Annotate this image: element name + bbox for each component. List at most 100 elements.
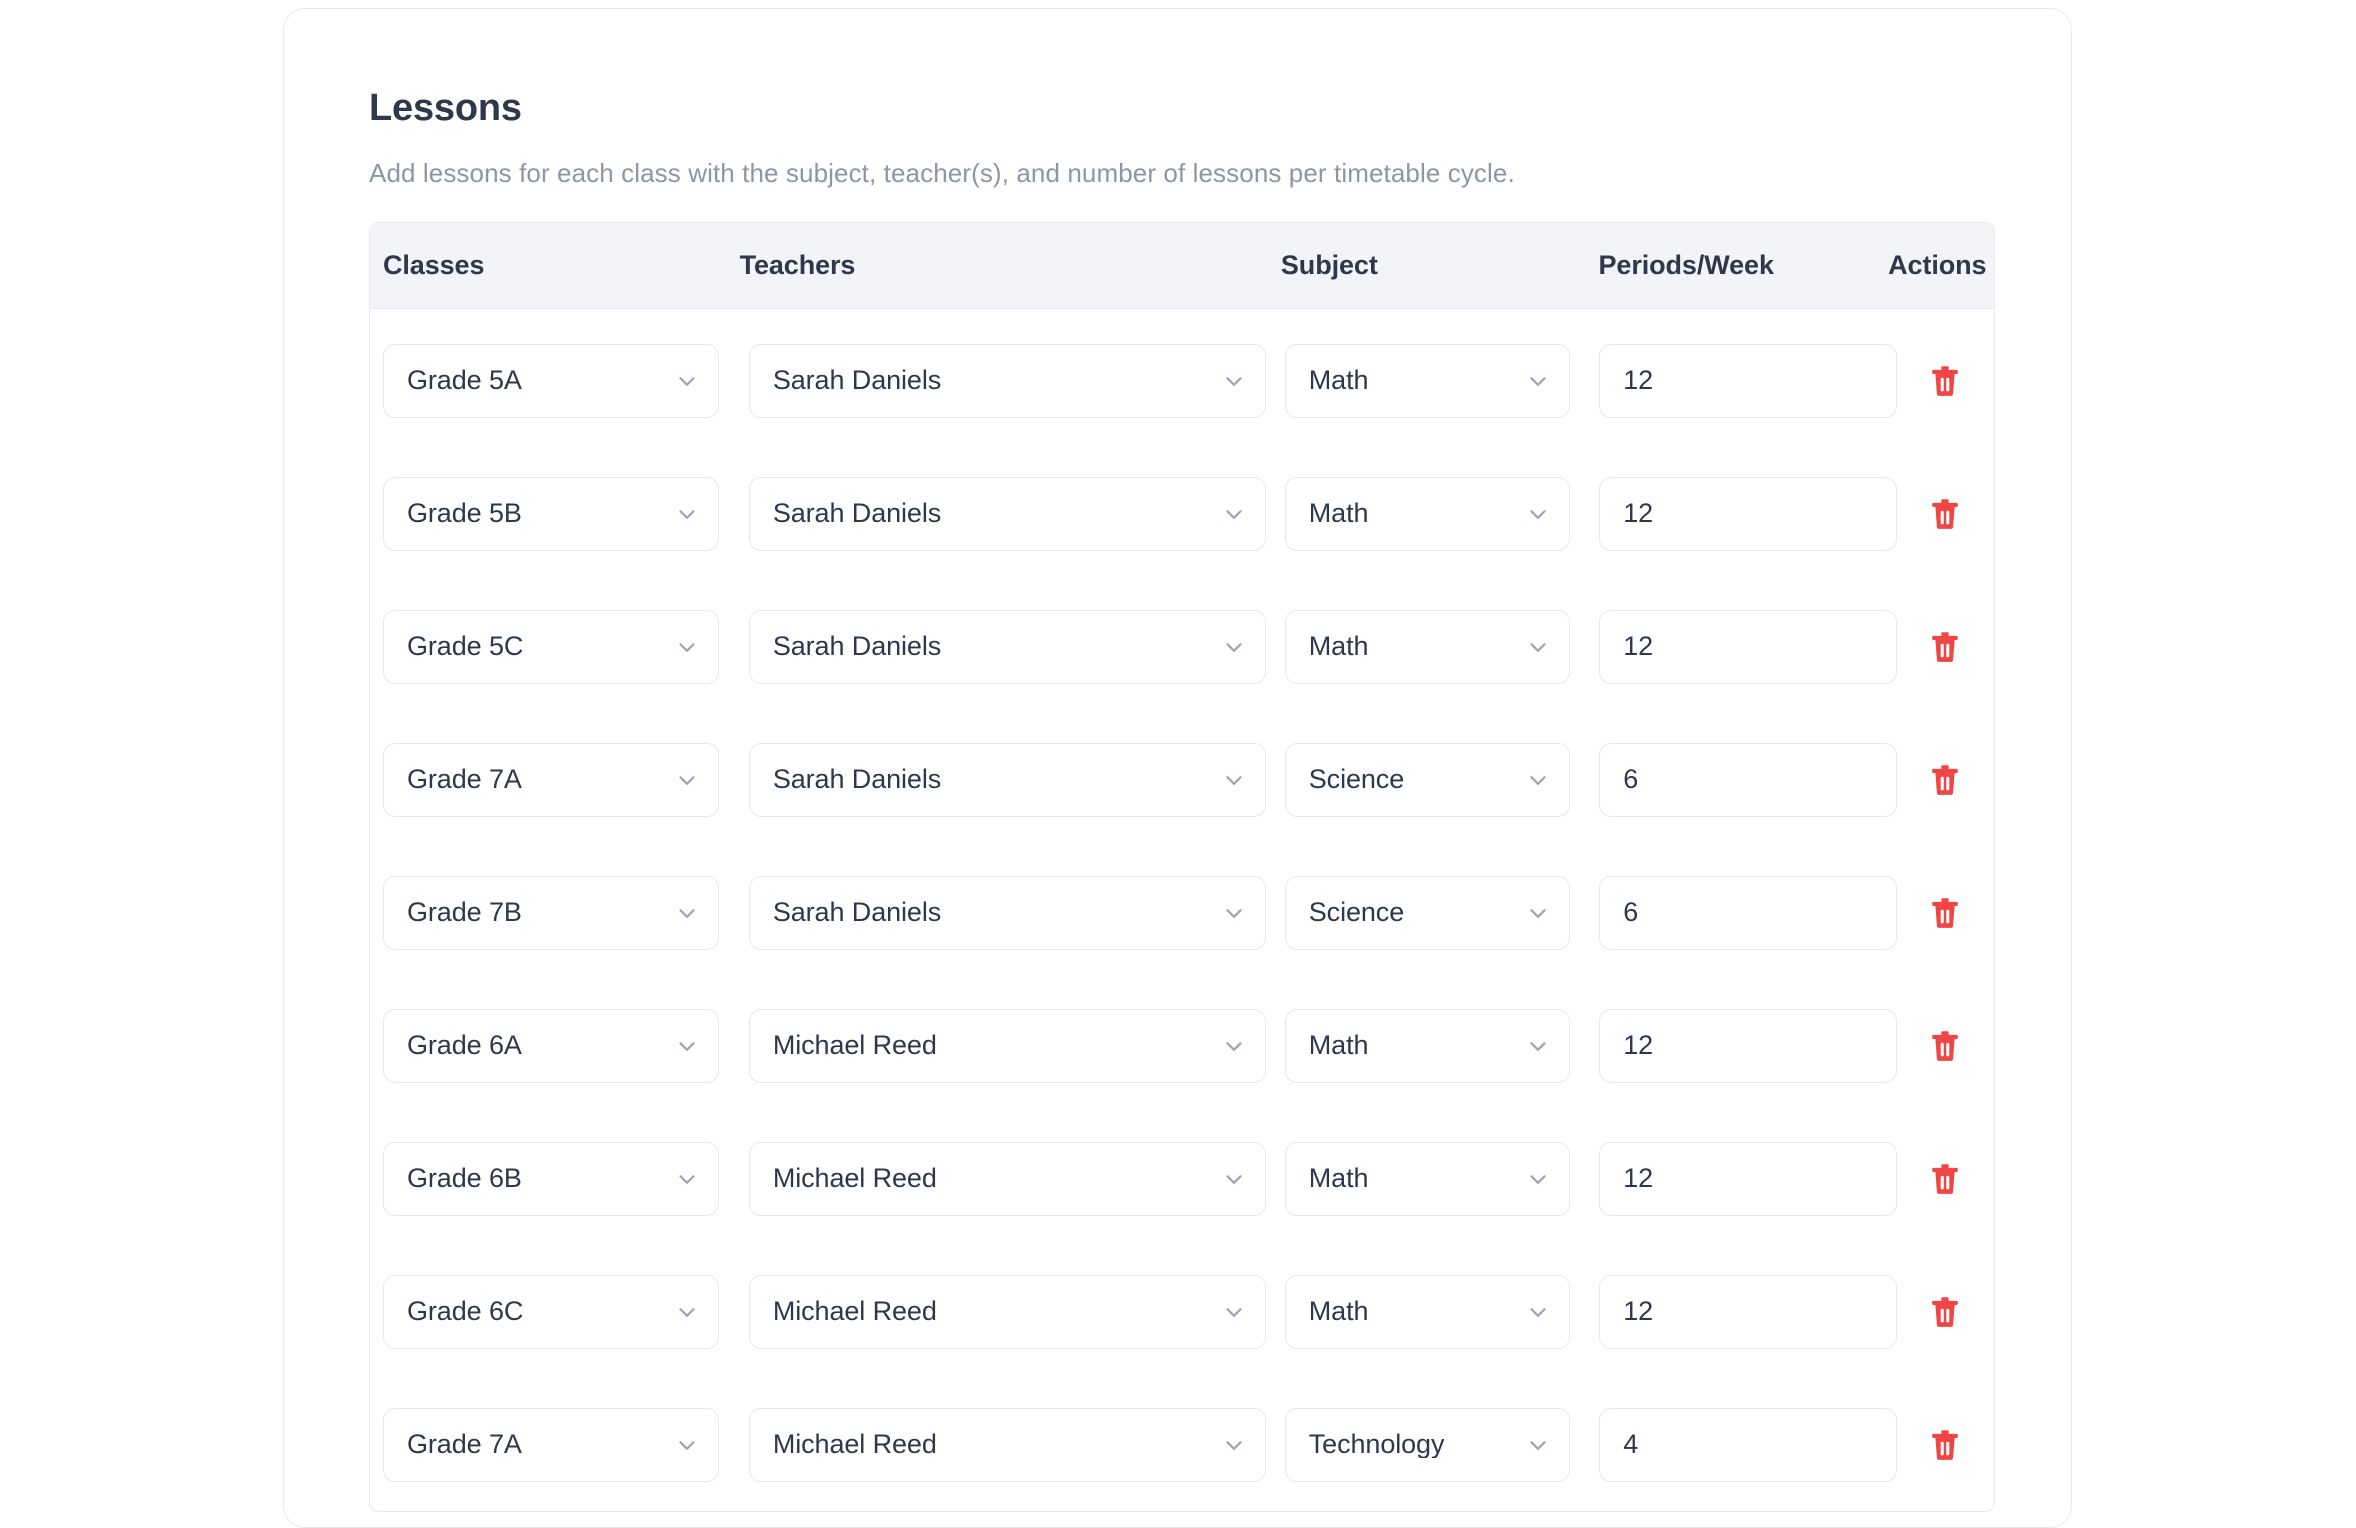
subject-select-value: Math (1308, 367, 1369, 394)
class-select[interactable]: Grade 6A (383, 1008, 719, 1083)
periods-per-week-input[interactable]: 4 (1599, 1407, 1898, 1482)
cell-teachers: Michael Reed (748, 1407, 1285, 1482)
teacher-select[interactable]: Michael Reed (748, 1407, 1266, 1482)
subject-select[interactable]: Science (1284, 875, 1570, 950)
page-title: Lessons (369, 87, 522, 129)
chevron-down-icon (1226, 1440, 1242, 1450)
teacher-select[interactable]: Sarah Daniels (748, 742, 1266, 817)
chevron-down-icon (1226, 1041, 1242, 1051)
cell-actions (1889, 1151, 1994, 1207)
cell-teachers: Sarah Daniels (748, 875, 1285, 950)
class-select[interactable]: Grade 5A (383, 343, 719, 418)
cell-classes: Grade 5B (383, 476, 749, 551)
teacher-select-value: Sarah Daniels (772, 500, 942, 527)
subject-select[interactable]: Math (1284, 1274, 1570, 1349)
periods-per-week-input[interactable]: 12 (1599, 343, 1898, 418)
periods-per-week-input[interactable]: 12 (1599, 1141, 1898, 1216)
class-select-value: Grade 5A (407, 367, 522, 394)
delete-lesson-button[interactable] (1917, 1417, 1973, 1473)
cell-teachers: Sarah Daniels (748, 742, 1285, 817)
subject-select-value: Science (1308, 899, 1405, 926)
delete-lesson-button[interactable] (1917, 619, 1973, 675)
subject-select[interactable]: Math (1284, 1008, 1570, 1083)
trash-icon (1932, 365, 1958, 396)
class-select[interactable]: Grade 5B (383, 476, 719, 551)
cell-actions (1889, 1284, 1994, 1340)
teacher-select-value: Michael Reed (772, 1431, 937, 1458)
periods-per-week-input[interactable]: 12 (1599, 476, 1898, 551)
periods-per-week-input[interactable]: 12 (1599, 1274, 1898, 1349)
delete-lesson-button[interactable] (1917, 885, 1973, 941)
cell-periods: 12 (1599, 343, 1898, 418)
cell-periods: 4 (1599, 1407, 1898, 1482)
delete-lesson-button[interactable] (1917, 1284, 1973, 1340)
delete-lesson-button[interactable] (1917, 353, 1973, 409)
subject-select[interactable]: Math (1284, 343, 1570, 418)
table-row: Grade 7A Michael Reed Technology 4 (370, 1378, 1994, 1511)
class-select-value: Grade 5C (407, 633, 524, 660)
column-header-subject: Subject (1280, 250, 1378, 280)
delete-lesson-button[interactable] (1917, 752, 1973, 808)
class-select-value: Grade 7A (407, 766, 522, 793)
class-select-value: Grade 6A (407, 1032, 522, 1059)
delete-lesson-button[interactable] (1917, 1151, 1973, 1207)
periods-per-week-input[interactable]: 6 (1599, 742, 1898, 817)
teacher-select[interactable]: Michael Reed (748, 1274, 1266, 1349)
cell-periods: 12 (1599, 609, 1898, 684)
cell-periods: 12 (1599, 1274, 1898, 1349)
teacher-select[interactable]: Sarah Daniels (748, 875, 1266, 950)
cell-classes: Grade 5C (383, 609, 749, 684)
cell-subject: Math (1284, 1274, 1599, 1349)
teacher-select-value: Sarah Daniels (772, 633, 942, 660)
periods-per-week-value: 12 (1623, 365, 1654, 395)
cell-teachers: Sarah Daniels (748, 343, 1285, 418)
column-header-teachers: Teachers (739, 250, 856, 280)
subject-select[interactable]: Technology (1284, 1407, 1570, 1482)
page-subtitle: Add lessons for each class with the subj… (369, 158, 1515, 188)
teacher-select[interactable]: Michael Reed (748, 1008, 1266, 1083)
chevron-down-icon (679, 509, 695, 519)
chevron-down-icon (1530, 1307, 1546, 1317)
teacher-select[interactable]: Sarah Daniels (748, 476, 1266, 551)
cell-periods: 12 (1599, 1008, 1898, 1083)
teacher-select[interactable]: Sarah Daniels (748, 609, 1266, 684)
column-header-periods: Periods/Week (1598, 250, 1774, 280)
subject-select[interactable]: Math (1284, 476, 1570, 551)
subject-select[interactable]: Math (1284, 609, 1570, 684)
class-select-value: Grade 6B (407, 1165, 522, 1192)
class-select[interactable]: Grade 6C (383, 1274, 719, 1349)
class-select[interactable]: Grade 6B (383, 1141, 719, 1216)
trash-icon (1932, 1296, 1958, 1327)
subject-select[interactable]: Math (1284, 1141, 1570, 1216)
delete-lesson-button[interactable] (1917, 1018, 1973, 1074)
subject-select-value: Math (1308, 1165, 1369, 1192)
class-select[interactable]: Grade 7A (383, 742, 719, 817)
subject-select-value: Math (1308, 1032, 1369, 1059)
periods-per-week-input[interactable]: 12 (1599, 609, 1898, 684)
cell-classes: Grade 5A (383, 343, 749, 418)
chevron-down-icon (679, 642, 695, 652)
cell-actions (1889, 1018, 1994, 1074)
chevron-down-icon (1530, 1174, 1546, 1184)
cell-actions (1889, 885, 1994, 941)
subject-select[interactable]: Science (1284, 742, 1570, 817)
teacher-select[interactable]: Sarah Daniels (748, 343, 1266, 418)
cell-periods: 12 (1599, 1141, 1898, 1216)
table-row: Grade 5B Sarah Daniels Math 12 (370, 447, 1994, 580)
class-select-value: Grade 7A (407, 1431, 522, 1458)
periods-per-week-input[interactable]: 6 (1599, 875, 1898, 950)
table-row: Grade 7B Sarah Daniels Science 6 (370, 846, 1994, 979)
table-body: Grade 5A Sarah Daniels Math 12 Grade 5B … (370, 309, 1994, 1511)
cell-classes: Grade 7A (383, 742, 749, 817)
chevron-down-icon (1530, 1440, 1546, 1450)
delete-lesson-button[interactable] (1917, 486, 1973, 542)
cell-subject: Math (1284, 609, 1599, 684)
class-select[interactable]: Grade 5C (383, 609, 719, 684)
class-select[interactable]: Grade 7A (383, 1407, 719, 1482)
class-select-value: Grade 7B (407, 899, 522, 926)
teacher-select[interactable]: Michael Reed (748, 1141, 1266, 1216)
cell-teachers: Sarah Daniels (748, 609, 1285, 684)
periods-per-week-input[interactable]: 12 (1599, 1008, 1898, 1083)
class-select[interactable]: Grade 7B (383, 875, 719, 950)
periods-per-week-value: 4 (1623, 1429, 1639, 1459)
